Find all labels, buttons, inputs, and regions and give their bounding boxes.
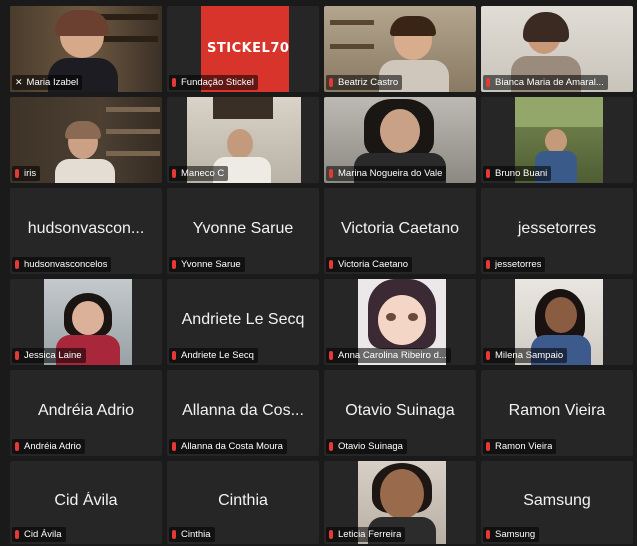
participant-name-label: Victoria Caetano (326, 257, 413, 272)
muted-mic-icon (172, 442, 176, 451)
muted-mic-icon (486, 169, 490, 178)
participant-tile[interactable]: Anna Carolina Ribeiro d... (324, 279, 476, 365)
participant-name-label: jessetorres (483, 257, 546, 272)
participant-name-label: Jessica Laine (12, 348, 86, 363)
muted-mic-icon (486, 442, 490, 451)
participant-display-name: Allanna da Cos... (182, 401, 304, 419)
participant-display-name: Samsung (523, 491, 591, 509)
participant-tile[interactable]: Jessica Laine (10, 279, 162, 365)
participant-tile[interactable]: Samsung Samsung (481, 461, 633, 544)
participant-tile[interactable]: Marina Nogueira do Vale (324, 97, 476, 183)
participant-name-label: Andréia Adrio (12, 439, 86, 454)
muted-mic-icon (172, 169, 176, 178)
participant-name-label: Beatriz Castro (326, 75, 403, 90)
participant-name-label: hudsonvasconcelos (12, 257, 112, 272)
participant-tile[interactable]: ✕ Maria Izabel (10, 6, 162, 92)
participant-display-name: Cinthia (218, 491, 268, 509)
participant-tile[interactable]: Andriete Le Secq Andriete Le Secq (167, 279, 319, 365)
participant-name-label: Samsung (483, 527, 540, 542)
participant-tile[interactable]: jessetorres jessetorres (481, 188, 633, 274)
muted-mic-icon (172, 530, 176, 539)
muted-mic-icon (15, 442, 19, 451)
participant-tile[interactable]: Yvonne Sarue Yvonne Sarue (167, 188, 319, 274)
participant-display-name: Otavio Suinaga (345, 401, 455, 419)
participant-display-name: Andriete Le Secq (181, 310, 305, 328)
participant-name-label: Marina Nogueira do Vale (326, 166, 447, 181)
muted-mic-icon (15, 260, 19, 269)
muted-mic-icon (172, 78, 176, 87)
muted-mic-icon (329, 78, 333, 87)
muted-mic-icon (172, 260, 176, 269)
muted-mic-icon (486, 260, 490, 269)
participant-name-label: Cid Ávila (12, 527, 66, 542)
muted-mic-icon (486, 530, 490, 539)
participant-name-label: Bruno Buani (483, 166, 552, 181)
participant-tile[interactable]: Bianca Maria de Amaral... (481, 6, 633, 92)
participant-tile[interactable]: Andréia Adrio Andréia Adrio (10, 370, 162, 456)
participant-tile[interactable]: Victoria Caetano Victoria Caetano (324, 188, 476, 274)
participant-display-name: hudsonvascon... (27, 219, 145, 237)
muted-mic-icon (329, 530, 333, 539)
participant-name-label: Yvonne Sarue (169, 257, 245, 272)
participant-name-label: iris (12, 166, 41, 181)
participant-name-label: Allanna da Costa Moura (169, 439, 287, 454)
participant-display-name: Cid Ávila (54, 491, 118, 509)
participant-tile[interactable]: Cid Ávila Cid Ávila (10, 461, 162, 544)
participant-name-label: Fundação Stickel (169, 75, 258, 90)
participant-name-label: Leticia Ferreira (326, 527, 406, 542)
muted-mic-icon (172, 351, 176, 360)
participant-name-label: Cinthia (169, 527, 215, 542)
muted-mic-icon (329, 169, 333, 178)
participant-tile[interactable]: STICKEL70 Fundação Stickel (167, 6, 319, 92)
participant-tile[interactable]: Ramon Vieira Ramon Vieira (481, 370, 633, 456)
participant-grid: ✕ Maria Izabel STICKEL70 Fundação Sticke… (0, 0, 637, 546)
participant-display-name: Andréia Adrio (37, 401, 135, 419)
muted-mic-icon (329, 260, 333, 269)
muted-mic-icon (486, 351, 490, 360)
participant-name-label: Andriete Le Secq (169, 348, 258, 363)
participant-name-label: Milena Sampaio (483, 348, 568, 363)
participant-tile[interactable]: hudsonvascon... hudsonvasconcelos (10, 188, 162, 274)
participant-name-label: Ramon Vieira (483, 439, 557, 454)
participant-name-label: Anna Carolina Ribeiro d... (326, 348, 451, 363)
participant-tile[interactable]: Milena Sampaio (481, 279, 633, 365)
muted-mic-icon (15, 169, 19, 178)
participant-display-name: Victoria Caetano (341, 219, 459, 237)
participant-tile[interactable]: Cinthia Cinthia (167, 461, 319, 544)
participant-display-name: Yvonne Sarue (192, 219, 294, 237)
participant-tile[interactable]: Beatriz Castro (324, 6, 476, 92)
participant-name-label: Maneco C (169, 166, 229, 181)
participant-tile[interactable]: Maneco C (167, 97, 319, 183)
participant-tile[interactable]: iris (10, 97, 162, 183)
stickel-logo-text: STICKEL70 (207, 41, 290, 56)
participant-name-label: Otavio Suinaga (326, 439, 407, 454)
muted-mic-icon (15, 351, 19, 360)
participant-tile[interactable]: Otavio Suinaga Otavio Suinaga (324, 370, 476, 456)
muted-mic-icon (329, 442, 333, 451)
pin-icon: ✕ (15, 77, 23, 87)
participant-name-label: Bianca Maria de Amaral... (483, 75, 608, 90)
muted-mic-icon (329, 351, 333, 360)
participant-name-label: ✕ Maria Izabel (12, 75, 83, 90)
participant-tile[interactable]: Bruno Buani (481, 97, 633, 183)
participant-tile[interactable]: Allanna da Cos... Allanna da Costa Moura (167, 370, 319, 456)
participant-tile[interactable]: Leticia Ferreira (324, 461, 476, 544)
participant-display-name: jessetorres (517, 219, 597, 237)
participant-display-name: Ramon Vieira (508, 401, 606, 419)
muted-mic-icon (15, 530, 19, 539)
muted-mic-icon (486, 78, 490, 87)
